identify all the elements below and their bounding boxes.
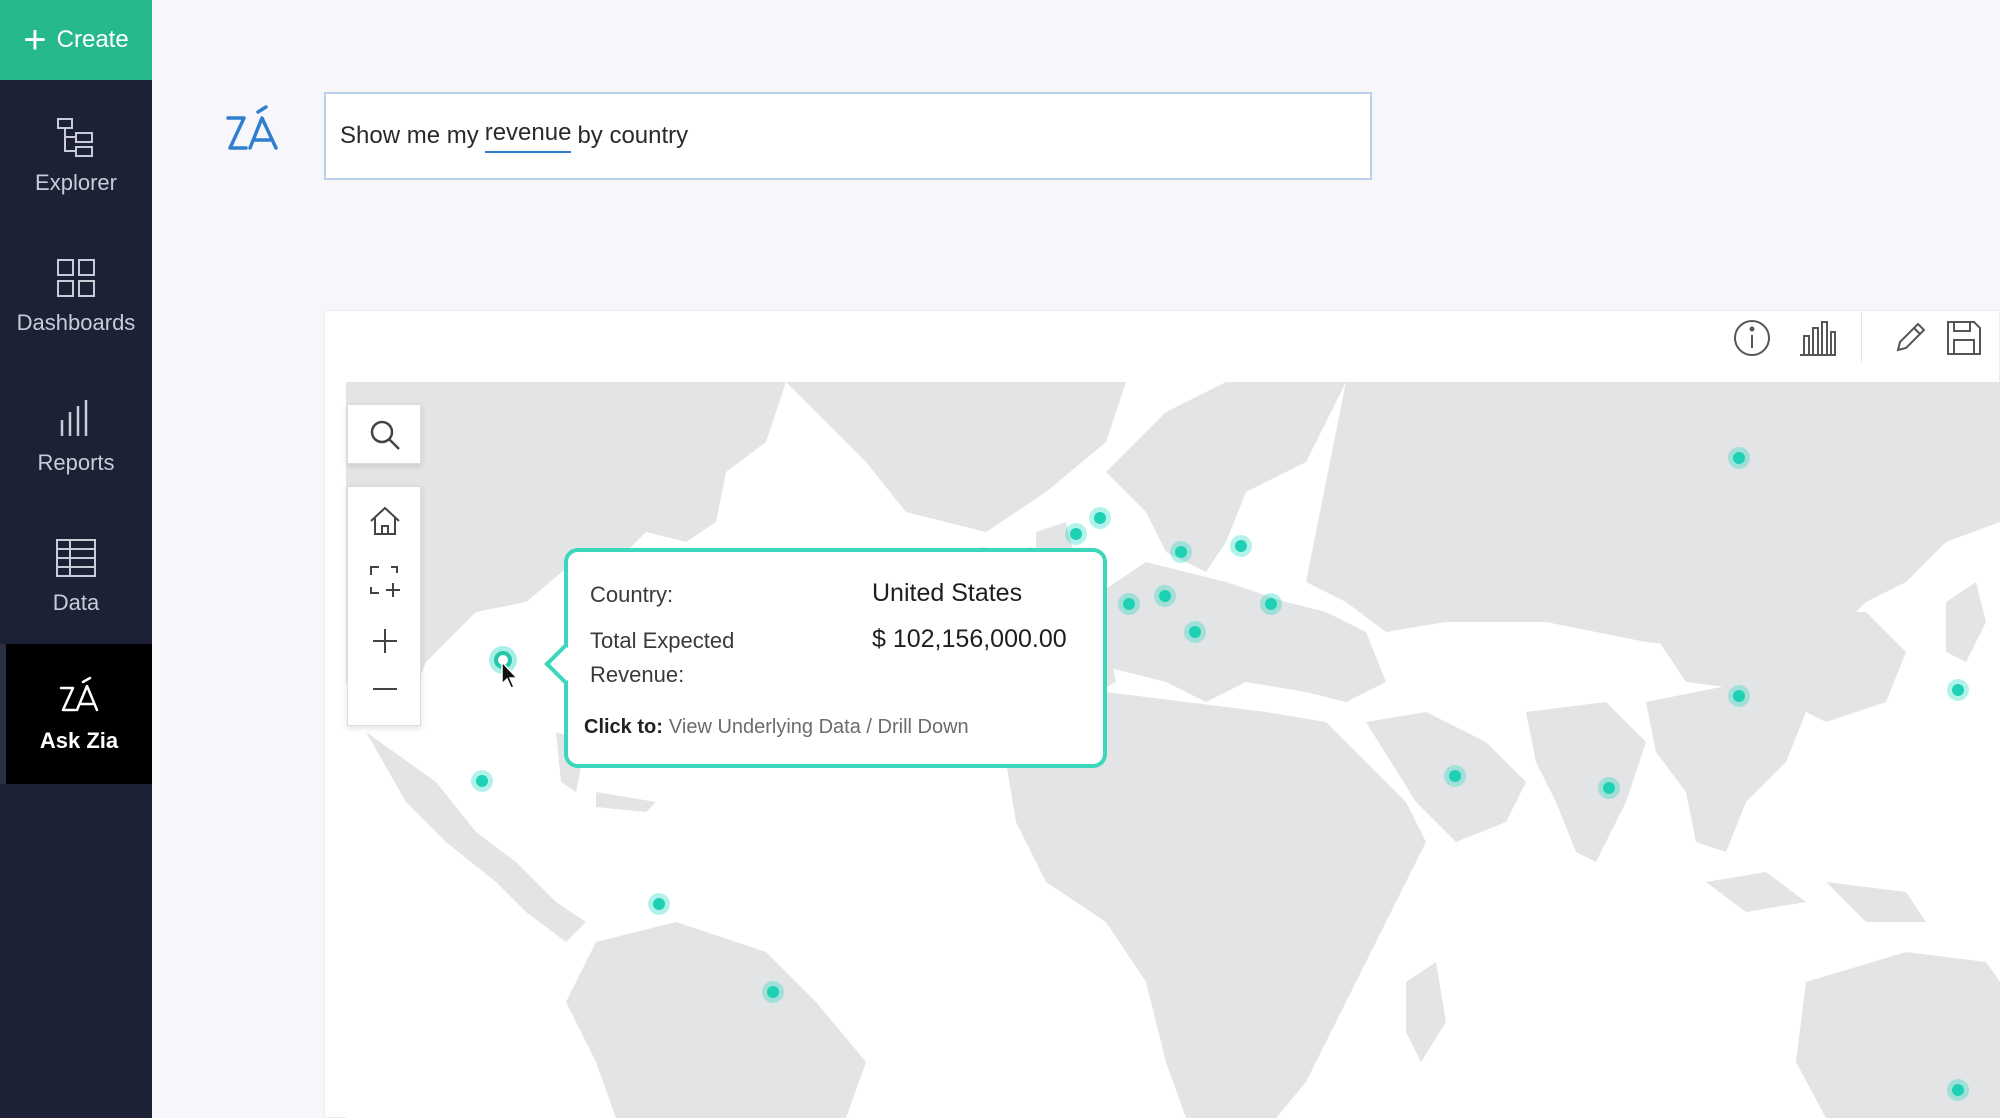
sidebar-item-reports[interactable]: Reports [0, 366, 152, 506]
map-zoom-out-button[interactable] [348, 659, 422, 719]
sidebar-item-ask-zia[interactable]: Ask Zia [0, 644, 152, 784]
map-tooltip: Country: United States Total Expected Re… [544, 548, 1107, 768]
map-marker[interactable] [1089, 507, 1111, 529]
save-icon[interactable] [1944, 318, 1984, 358]
create-button[interactable]: + Create [0, 0, 152, 80]
query-input[interactable]: Show me my revenue by country [324, 92, 1372, 180]
tooltip-revenue-label-line2: Revenue: [590, 662, 685, 687]
map-marker[interactable] [1118, 593, 1140, 615]
sidebar: + Create Explorer Dashboards Reports Dat… [0, 0, 152, 1118]
sidebar-item-label: Reports [37, 450, 115, 475]
map-marker[interactable] [1728, 447, 1750, 469]
sidebar-item-label: Dashboards [16, 310, 136, 335]
map-marker[interactable] [1170, 541, 1192, 563]
map-zoom-controls [347, 486, 421, 726]
map-marker[interactable] [1598, 777, 1620, 799]
chart-type-icon[interactable] [1798, 318, 1838, 358]
search-icon [370, 420, 400, 450]
tooltip-country-label: Country: [590, 582, 674, 607]
map-marker[interactable] [471, 770, 493, 792]
map-marker[interactable] [1947, 1079, 1969, 1101]
zia-icon [59, 676, 99, 712]
tooltip-revenue-label-line1: Total Expected [590, 628, 735, 653]
map-marker[interactable] [1065, 523, 1087, 545]
mouse-cursor-icon [501, 660, 519, 689]
edit-icon[interactable] [1890, 318, 1930, 358]
plus-icon: + [23, 18, 47, 62]
map-zoom-area-button[interactable] [348, 551, 422, 611]
zia-logo-icon [226, 105, 278, 150]
reports-icon [60, 400, 88, 436]
sidebar-item-label: Ask Zia [39, 728, 119, 753]
sidebar-item-dashboards[interactable]: Dashboards [0, 226, 152, 366]
map-marker[interactable] [1184, 621, 1206, 643]
sidebar-item-explorer[interactable]: Explorer [0, 86, 152, 226]
home-icon [370, 506, 400, 535]
map-search-control [347, 404, 421, 464]
sidebar-item-label: Explorer [35, 170, 117, 195]
tooltip-revenue-value: $ 102,156,000.00 [872, 625, 1067, 653]
query-text-before: Show me my [340, 122, 479, 149]
zoom-to-area-icon [370, 566, 400, 597]
map-marker[interactable] [1154, 585, 1176, 607]
map-marker[interactable] [1260, 593, 1282, 615]
map-marker[interactable] [762, 981, 784, 1003]
map-marker[interactable] [1230, 535, 1252, 557]
dashboards-icon [57, 259, 95, 297]
map-marker[interactable] [648, 893, 670, 915]
query-text-after: by country [577, 122, 689, 149]
tooltip-click-hint: Click to: View Underlying Data / Drill Do… [584, 716, 969, 739]
sidebar-item-data[interactable]: Data [0, 506, 152, 646]
tooltip-click-actions[interactable]: View Underlying Data / Drill Down [669, 716, 969, 738]
tooltip-country-value: United States [872, 579, 1023, 607]
sidebar-item-label: Data [52, 590, 100, 615]
tooltip-click-label: Click to: [584, 716, 663, 738]
map-search-button[interactable] [348, 405, 422, 465]
map-marker[interactable] [1728, 685, 1750, 707]
map-marker[interactable] [1947, 679, 1969, 701]
zoom-in-icon [373, 629, 397, 653]
map-home-button[interactable] [348, 491, 422, 551]
zoom-out-icon [373, 688, 397, 690]
map-marker[interactable] [1444, 765, 1466, 787]
explorer-icon [57, 118, 93, 157]
create-label: Create [56, 26, 129, 53]
query-keyword[interactable]: revenue [484, 119, 572, 153]
info-icon[interactable] [1732, 318, 1772, 358]
toolbar-divider [1861, 312, 1862, 362]
data-icon [56, 539, 96, 577]
